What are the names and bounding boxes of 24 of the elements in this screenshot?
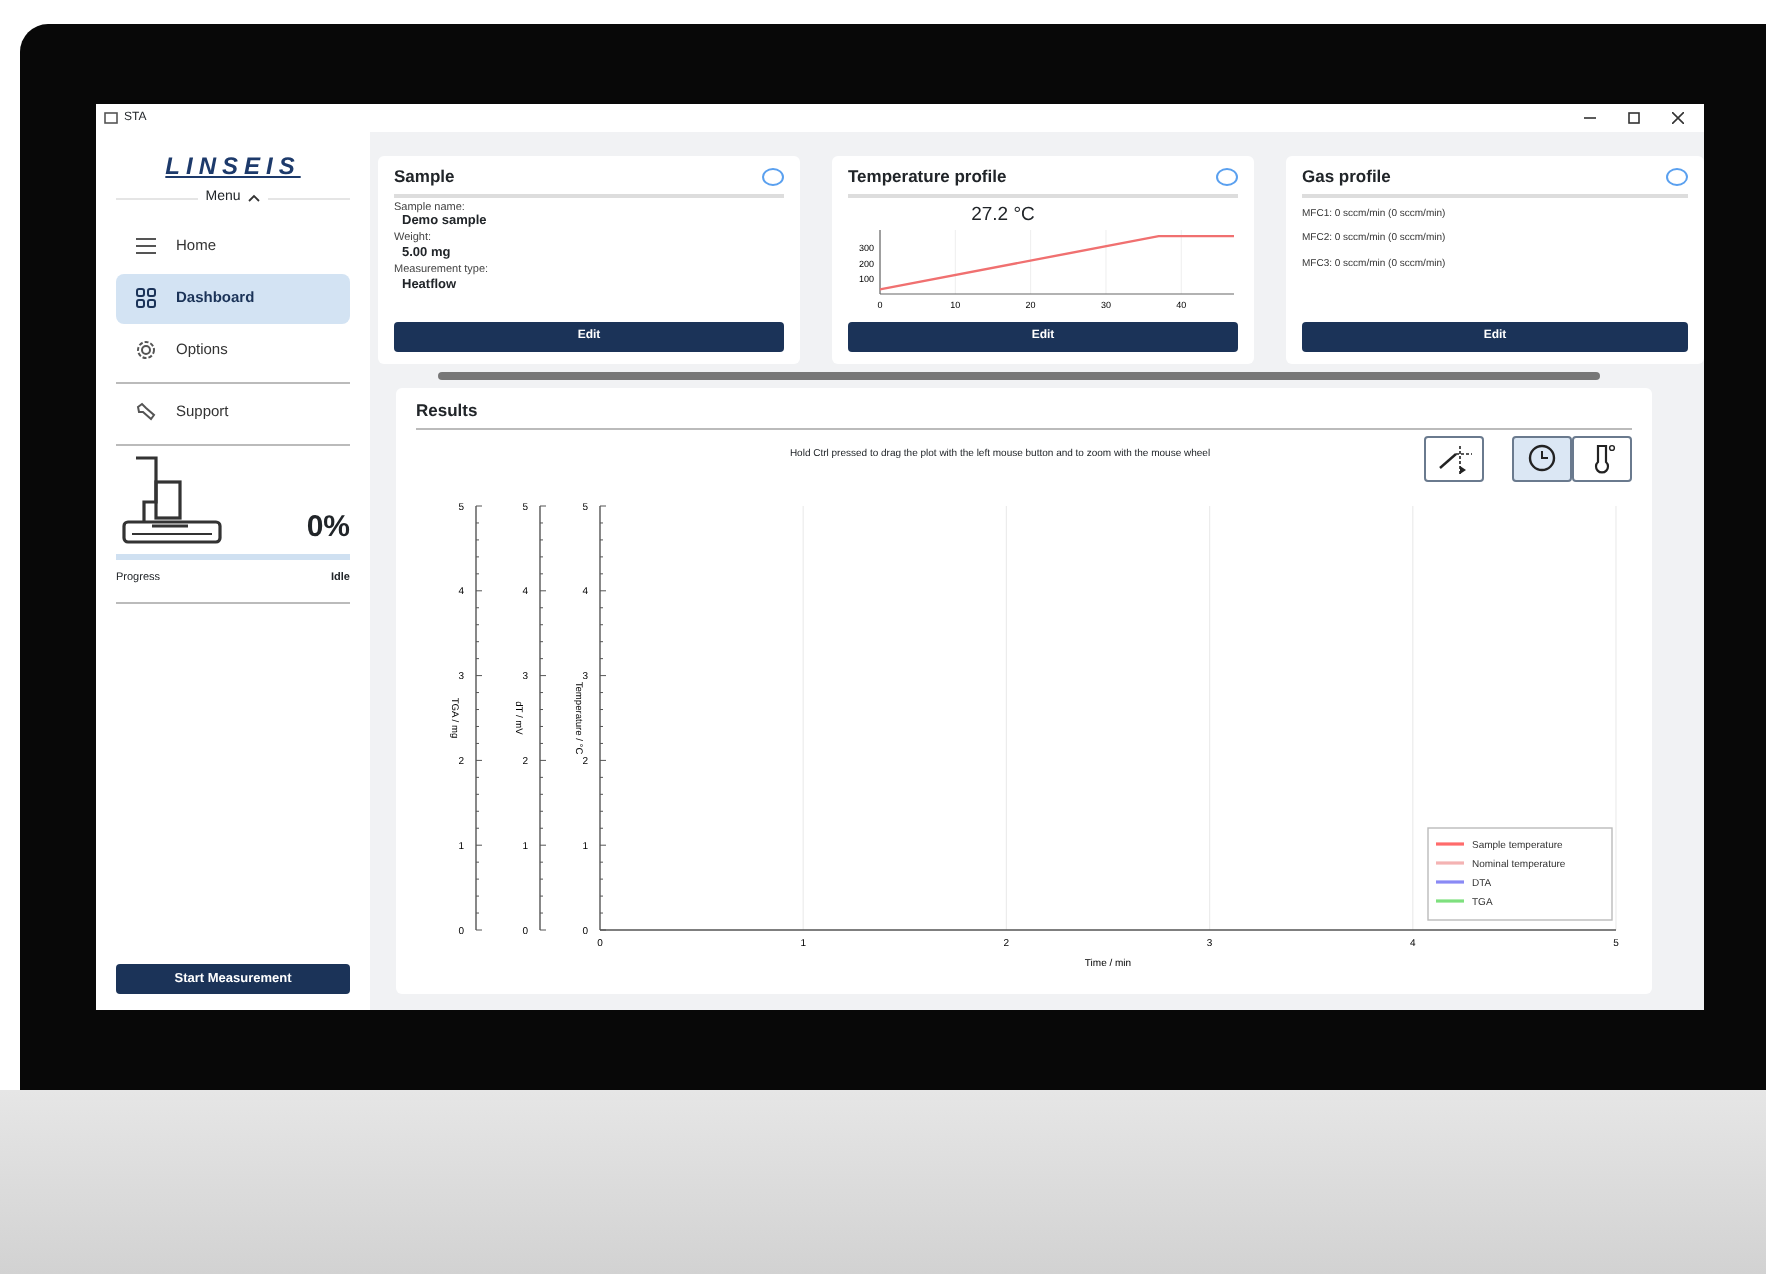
- card-title: Sample: [394, 164, 455, 190]
- maximize-icon[interactable]: [1628, 112, 1640, 124]
- temperature-reading: 27.2 °C: [969, 205, 1037, 225]
- card-title: Temperature profile: [848, 164, 1007, 190]
- grid-icon: [136, 288, 156, 308]
- gear-icon: [136, 340, 156, 360]
- toggle-button[interactable]: [1424, 435, 1484, 482]
- wrench-icon: [136, 402, 156, 422]
- status-ring-icon: [1216, 167, 1238, 186]
- app-icon: [104, 112, 118, 124]
- splitter-handle[interactable]: [438, 372, 1600, 380]
- minimize-icon[interactable]: [1584, 112, 1596, 124]
- menu-icon: [136, 236, 156, 256]
- status-ring-icon: [762, 167, 784, 186]
- clock-icon: [1524, 441, 1560, 476]
- progress-percent: 0%: [306, 507, 350, 547]
- card-title: Gas profile: [1302, 164, 1391, 190]
- panel-title: Results: [416, 398, 1632, 430]
- logo: LINSEIS: [163, 150, 303, 184]
- toggle-button[interactable]: [1572, 435, 1632, 482]
- cursor-curve-icon: [1436, 441, 1472, 476]
- toggle-button[interactable]: [1512, 435, 1572, 482]
- status-ring-icon: [1666, 167, 1688, 186]
- close-icon[interactable]: [1672, 112, 1684, 124]
